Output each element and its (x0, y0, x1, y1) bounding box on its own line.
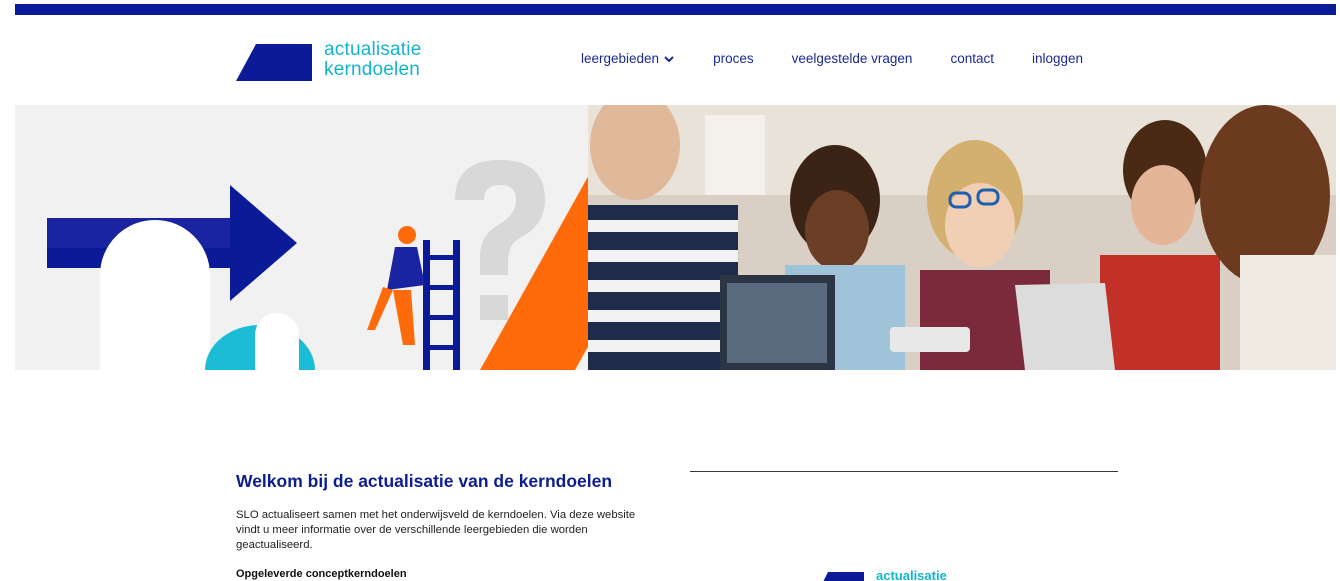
main-nav: leergebieden proces veelgestelde vragen … (581, 51, 1083, 66)
video-divider (690, 471, 1118, 472)
hero-banner (15, 105, 1336, 370)
site-logo[interactable]: actualisatie kerndoelen (236, 40, 456, 85)
chevron-down-icon (664, 55, 674, 62)
video-logo[interactable]: actualisatie (822, 568, 972, 581)
nav-item-leergebieden[interactable]: leergebieden (581, 51, 675, 66)
top-accent-bar (15, 4, 1336, 15)
welcome-paragraph: SLO actualiseert samen met het onderwijs… (236, 509, 636, 551)
nav-item-inloggen[interactable]: inloggen (1032, 51, 1083, 66)
logo-line-2: kerndoelen (324, 59, 421, 80)
nav-item-veelgestelde-vragen[interactable]: veelgestelde vragen (792, 51, 913, 66)
nav-item-proces[interactable]: proces (713, 51, 754, 66)
nav-label-leergebieden: leergebieden (581, 51, 660, 66)
nav-item-contact[interactable]: contact (950, 51, 994, 66)
site-header: actualisatie kerndoelen leergebieden pro… (0, 15, 1340, 105)
hero-image (15, 105, 1336, 370)
concept-heading: Opgeleverde conceptkerndoelen (236, 568, 407, 580)
welcome-heading: Welkom bij de actualisatie van de kerndo… (236, 471, 613, 491)
logo-parallelogram-icon (236, 44, 312, 81)
logo-line-1: actualisatie (324, 39, 422, 60)
logo-parallelogram-icon (823, 570, 910, 581)
video-logo-text: actualisatie (876, 568, 947, 581)
logo-text: actualisatie kerndoelen (324, 40, 421, 80)
